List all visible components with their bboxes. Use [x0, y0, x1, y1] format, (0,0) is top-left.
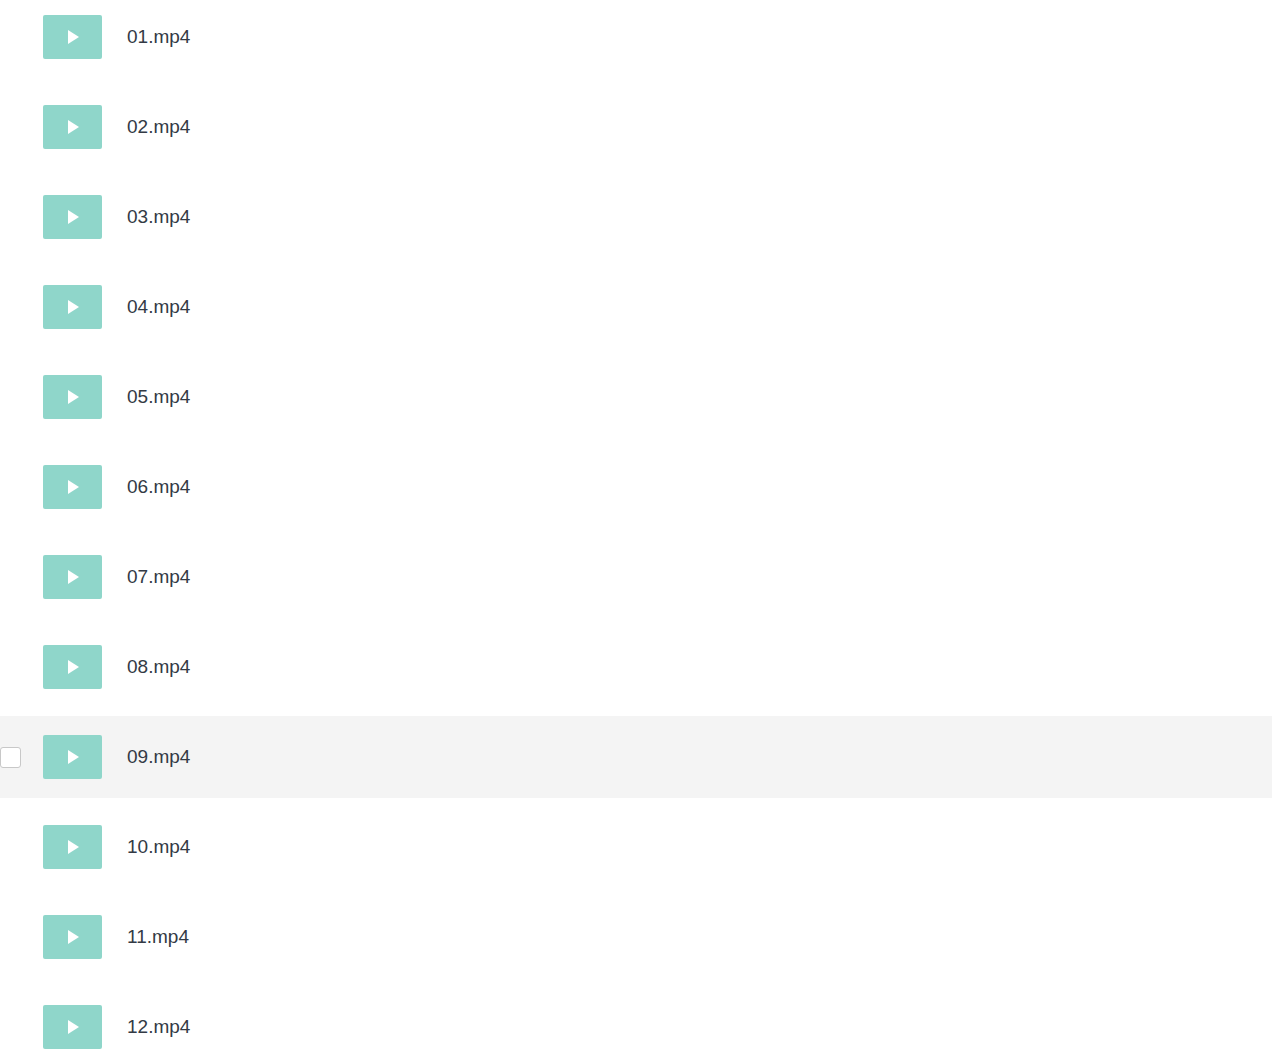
video-thumbnail[interactable] [43, 735, 102, 779]
file-name[interactable]: 04.mp4 [127, 293, 190, 322]
play-icon [65, 299, 81, 315]
play-icon [65, 659, 81, 675]
video-thumbnail[interactable] [43, 195, 102, 239]
file-name[interactable]: 10.mp4 [127, 833, 190, 862]
file-name[interactable]: 06.mp4 [127, 473, 190, 502]
video-thumbnail[interactable] [43, 465, 102, 509]
video-thumbnail[interactable] [43, 375, 102, 419]
video-thumbnail[interactable] [43, 555, 102, 599]
video-thumbnail[interactable] [43, 915, 102, 959]
play-icon [65, 119, 81, 135]
file-row[interactable]: 09.mp4 [0, 716, 1272, 798]
play-icon [65, 479, 81, 495]
play-icon [65, 389, 81, 405]
file-row[interactable]: 07.mp4 [0, 536, 1272, 618]
file-list: 01.mp4 02.mp4 03.mp4 04.mp4 05.mp4 06.mp4 07.m… [0, 0, 1272, 1059]
play-icon [65, 929, 81, 945]
file-name[interactable]: 03.mp4 [127, 203, 190, 232]
video-thumbnail[interactable] [43, 285, 102, 329]
file-name[interactable]: 11.mp4 [127, 923, 189, 952]
play-icon [65, 569, 81, 585]
play-icon [65, 839, 81, 855]
file-row[interactable]: 08.mp4 [0, 626, 1272, 708]
play-icon [65, 1019, 81, 1035]
file-row[interactable]: 01.mp4 [0, 0, 1272, 78]
file-name[interactable]: 12.mp4 [127, 1013, 190, 1042]
video-thumbnail[interactable] [43, 825, 102, 869]
file-row[interactable]: 12.mp4 [0, 986, 1272, 1059]
video-thumbnail[interactable] [43, 15, 102, 59]
file-name[interactable]: 02.mp4 [127, 113, 190, 142]
file-name[interactable]: 05.mp4 [127, 383, 190, 412]
file-row[interactable]: 02.mp4 [0, 86, 1272, 168]
file-row[interactable]: 04.mp4 [0, 266, 1272, 348]
file-row[interactable]: 10.mp4 [0, 806, 1272, 888]
file-name[interactable]: 09.mp4 [127, 743, 190, 772]
file-name[interactable]: 01.mp4 [127, 23, 190, 52]
file-name[interactable]: 07.mp4 [127, 563, 190, 592]
video-thumbnail[interactable] [43, 1005, 102, 1049]
video-thumbnail[interactable] [43, 645, 102, 689]
play-icon [65, 209, 81, 225]
row-checkbox[interactable] [0, 747, 21, 768]
file-row[interactable]: 03.mp4 [0, 176, 1272, 258]
file-row[interactable]: 11.mp4 [0, 896, 1272, 978]
play-icon [65, 29, 81, 45]
file-name[interactable]: 08.mp4 [127, 653, 190, 682]
file-row[interactable]: 05.mp4 [0, 356, 1272, 438]
video-thumbnail[interactable] [43, 105, 102, 149]
play-icon [65, 749, 81, 765]
file-row[interactable]: 06.mp4 [0, 446, 1272, 528]
